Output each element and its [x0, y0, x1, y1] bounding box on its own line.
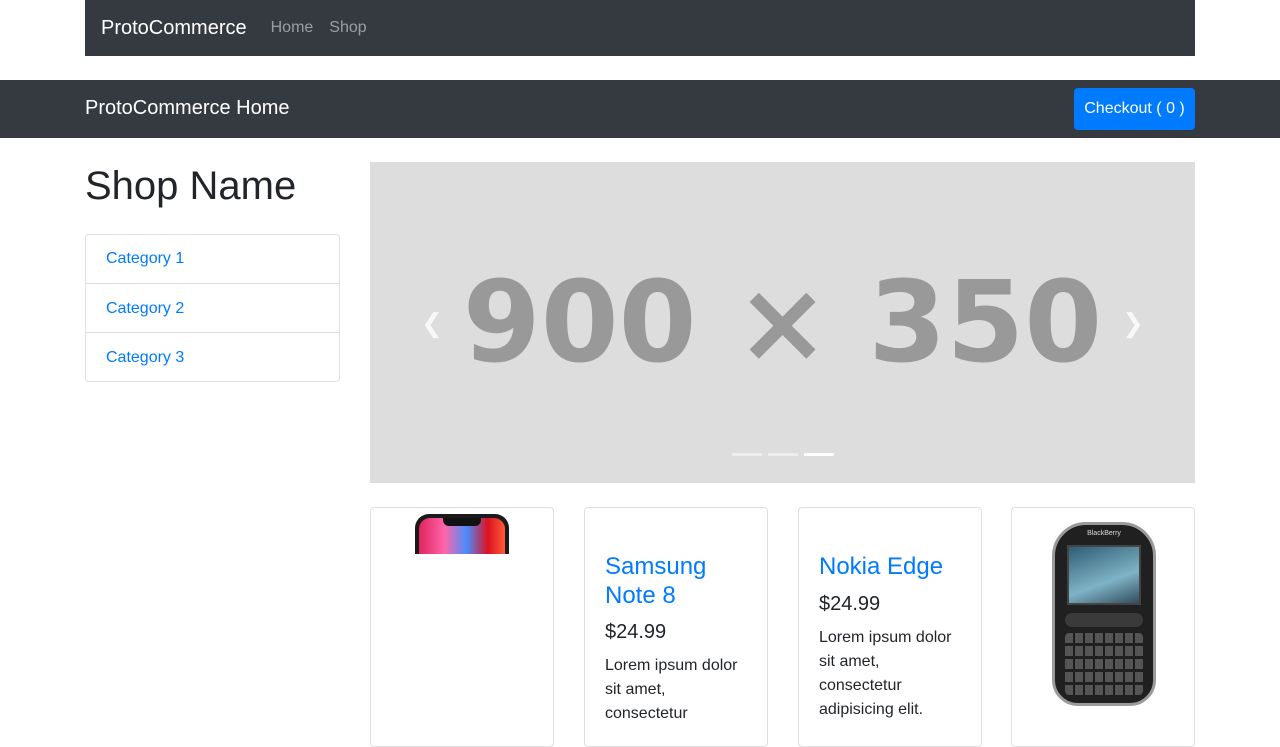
product-title-link[interactable]: Samsung Note 8	[605, 552, 755, 610]
chevron-left-icon[interactable]: ❮	[417, 308, 447, 338]
carousel-placeholder: 900 × 350	[462, 257, 1103, 388]
carousel-indicator-3[interactable]	[804, 453, 834, 456]
checkout-button[interactable]: Checkout ( 0 )	[1074, 88, 1195, 130]
top-navbar: ProtoCommerce Home Shop	[85, 0, 1195, 56]
product-card-4: BlackBerry	[1011, 507, 1195, 747]
blackberry-logo-text: BlackBerry	[1087, 530, 1121, 537]
nav-link-shop[interactable]: Shop	[329, 19, 366, 37]
shop-navbar: ProtoCommerce Home Checkout ( 0 )	[0, 80, 1280, 138]
nav-link-home[interactable]: Home	[271, 19, 314, 37]
shop-name-heading: Shop Name	[85, 164, 297, 208]
carousel-indicator-2[interactable]	[768, 453, 798, 456]
category-link-3[interactable]: Category 3	[106, 349, 184, 366]
shop-home-brand[interactable]: ProtoCommerce Home	[85, 97, 290, 120]
product-title-link[interactable]: Nokia Edge	[819, 552, 969, 581]
product-card-1	[370, 507, 554, 747]
category-item: Category 2	[86, 283, 339, 332]
hero-carousel: 900 × 350 ❮ ❯	[370, 162, 1195, 483]
chevron-right-icon[interactable]: ❯	[1118, 308, 1148, 338]
product-card-3: Nokia Edge $24.99 Lorem ipsum dolor sit …	[798, 507, 982, 747]
iphone-image[interactable]	[415, 514, 509, 554]
category-link-2[interactable]: Category 2	[106, 300, 184, 317]
category-list: Category 1 Category 2 Category 3	[85, 234, 340, 382]
product-price: $24.99	[819, 593, 881, 615]
category-link-1[interactable]: Category 1	[106, 250, 184, 267]
product-description: Lorem ipsum dolor sit amet, consectetur	[605, 657, 738, 722]
navbar-brand[interactable]: ProtoCommerce	[101, 17, 247, 40]
category-item: Category 3	[86, 332, 339, 381]
category-item: Category 1	[86, 235, 339, 283]
blackberry-image[interactable]: BlackBerry	[1052, 522, 1156, 706]
carousel-indicators	[732, 453, 840, 456]
product-card-2: Samsung Note 8 $24.99 Lorem ipsum dolor …	[584, 507, 768, 747]
carousel-indicator-1[interactable]	[732, 453, 762, 456]
product-price: $24.99	[605, 621, 667, 643]
product-description: Lorem ipsum dolor sit amet, consectetur …	[819, 629, 952, 718]
